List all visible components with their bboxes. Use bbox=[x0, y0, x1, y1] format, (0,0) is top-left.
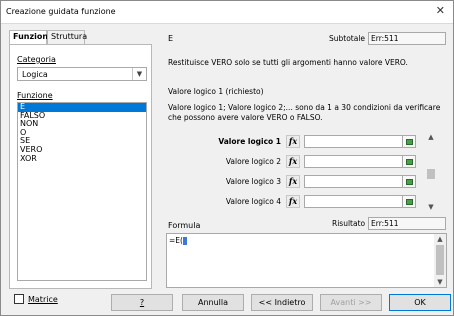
shrink-icon[interactable] bbox=[402, 155, 416, 168]
shrink-icon[interactable] bbox=[402, 175, 416, 188]
subtotal-field: Err:511 bbox=[368, 32, 446, 45]
formula-scrollbar[interactable]: ▲ ▼ bbox=[434, 234, 446, 287]
back-button[interactable]: << Indietro bbox=[251, 294, 313, 311]
title-divider bbox=[1, 23, 453, 24]
formula-label: Formula bbox=[168, 221, 201, 230]
scroll-down-icon[interactable]: ▼ bbox=[434, 278, 446, 286]
cancel-button[interactable]: Annulla bbox=[182, 294, 244, 311]
help-button[interactable]: ? bbox=[111, 294, 173, 311]
function-description: Restituisce VERO solo se tutti gli argom… bbox=[168, 58, 408, 67]
tab-struttura[interactable]: Struttura bbox=[47, 30, 87, 44]
formula-editor[interactable]: =E( ▲ ▼ bbox=[166, 233, 447, 288]
category-value: Logica bbox=[22, 70, 48, 79]
fx-icon[interactable]: fx bbox=[286, 195, 300, 208]
function-wizard-window: Creazione guidata funzione ✕ Funzioni St… bbox=[0, 0, 454, 316]
arg-input-2[interactable] bbox=[304, 155, 416, 168]
function-name: E bbox=[168, 34, 174, 43]
shrink-icon[interactable] bbox=[402, 135, 416, 148]
subtotal-label: Subtotale bbox=[329, 34, 366, 43]
fx-icon[interactable]: fx bbox=[286, 155, 300, 168]
arg-input-3[interactable] bbox=[304, 175, 416, 188]
arg-input-4[interactable] bbox=[304, 195, 416, 208]
matrix-label-text: Matrice bbox=[28, 295, 58, 304]
function-list[interactable]: E FALSO NON O SE VERO XOR bbox=[17, 102, 147, 281]
help-button-label: ? bbox=[139, 298, 145, 307]
result-label: Risultato bbox=[332, 219, 366, 228]
window-title: Creazione guidata funzione bbox=[6, 7, 116, 16]
matrix-label: Matrice bbox=[28, 295, 58, 304]
scroll-thumb[interactable] bbox=[427, 169, 435, 179]
category-select[interactable]: Logica ▼ bbox=[17, 67, 147, 81]
arguments-scrollbar[interactable]: ▲ ▼ bbox=[425, 133, 437, 211]
formula-value: =E( bbox=[169, 236, 183, 245]
text-caret bbox=[182, 237, 187, 245]
scroll-thumb[interactable] bbox=[436, 245, 444, 275]
arg-label-4: Valore logico 4 bbox=[225, 197, 281, 206]
ok-button[interactable]: OK bbox=[389, 294, 451, 311]
list-item[interactable]: NON bbox=[18, 120, 146, 129]
next-button[interactable]: Avanti >> bbox=[320, 294, 382, 311]
list-item[interactable]: O bbox=[18, 128, 146, 138]
function-list-label: Funzione bbox=[17, 91, 53, 100]
argument-description: Valore logico 1; Valore logico 2;... son… bbox=[168, 103, 441, 122]
title-bar: Creazione guidata funzione ✕ bbox=[1, 1, 453, 23]
arg-input-1[interactable] bbox=[304, 135, 416, 148]
scroll-down-icon[interactable]: ▼ bbox=[425, 203, 437, 211]
argument-title: Valore logico 1 (richiesto) bbox=[168, 87, 264, 96]
shrink-icon[interactable] bbox=[402, 195, 416, 208]
arg-label-1: Valore logico 1 bbox=[218, 137, 281, 146]
fx-icon[interactable]: fx bbox=[286, 135, 300, 148]
arg-label-2: Valore logico 2 bbox=[225, 157, 281, 166]
fx-icon[interactable]: fx bbox=[286, 175, 300, 188]
list-item[interactable]: VERO bbox=[18, 145, 146, 155]
matrix-checkbox[interactable] bbox=[14, 294, 24, 304]
close-icon[interactable]: ✕ bbox=[436, 4, 445, 17]
tab-funzioni[interactable]: Funzioni bbox=[9, 30, 51, 45]
scroll-up-icon[interactable]: ▲ bbox=[425, 133, 437, 141]
arg-label-3: Valore logico 3 bbox=[225, 177, 281, 186]
chevron-down-icon[interactable]: ▼ bbox=[132, 68, 146, 80]
list-item[interactable]: XOR bbox=[18, 154, 146, 164]
scroll-up-icon[interactable]: ▲ bbox=[434, 235, 446, 243]
category-label: Categoria bbox=[17, 55, 56, 64]
formula-text: =E( bbox=[169, 236, 187, 245]
result-field: Err:511 bbox=[368, 217, 446, 230]
